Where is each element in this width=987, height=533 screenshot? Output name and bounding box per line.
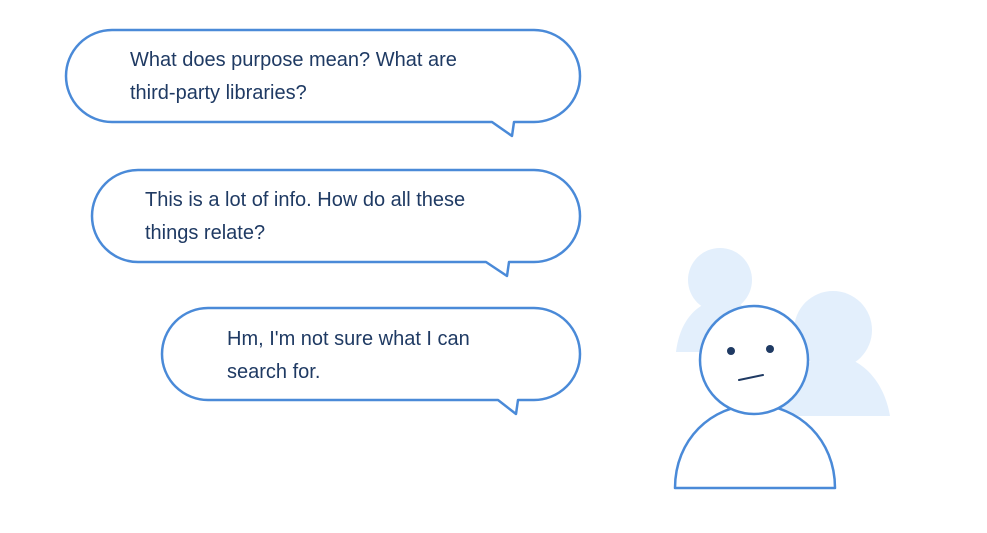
speech-bubble-2-line-2: things relate? — [145, 222, 266, 244]
speech-bubble-3-line-1: Hm, I'm not sure what I can — [227, 328, 470, 350]
speech-bubble-1-text: What does purpose mean? What are third-p… — [130, 44, 457, 110]
speech-bubble-2-line-1: This is a lot of info. How do all these — [145, 189, 466, 211]
speech-bubble-2-text: This is a lot of info. How do all these … — [145, 184, 465, 250]
speech-bubble-3-text: Hm, I'm not sure what I can search for. — [227, 323, 470, 389]
speech-bubble-3-line-2: search for. — [227, 361, 321, 383]
right-eye-icon — [766, 345, 774, 353]
person-head — [698, 304, 810, 416]
left-eye-icon — [727, 347, 735, 355]
speech-bubble-1-line-1: What does purpose mean? What are — [130, 49, 457, 71]
illustration: What does purpose mean? What are third-p… — [0, 0, 987, 533]
person-body — [673, 403, 837, 490]
speech-bubble-1-line-2: third-party libraries? — [130, 82, 307, 104]
